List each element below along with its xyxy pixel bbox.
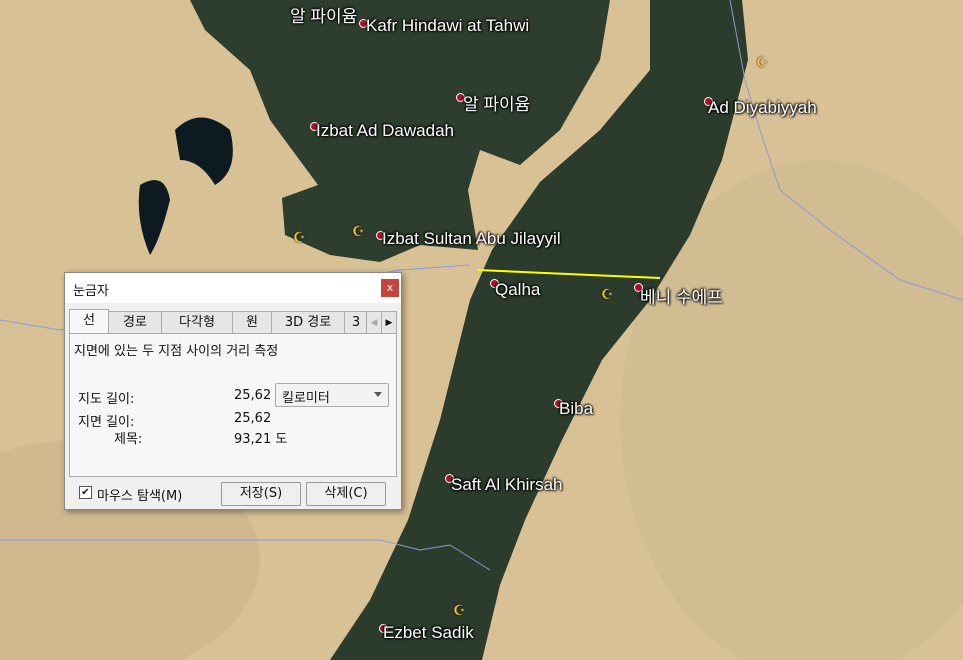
heading-value: 93,21 도 bbox=[234, 432, 288, 447]
tab-polygon[interactable]: 다각형 bbox=[161, 311, 233, 334]
tab-scroll-left-icon[interactable]: ◀ bbox=[366, 311, 382, 334]
mouse-nav-checkbox[interactable]: ✔ bbox=[79, 486, 92, 499]
map-label-qalha[interactable]: Qalha bbox=[495, 280, 540, 300]
map-label-ezbet-sadik[interactable]: Ezbet Sadik bbox=[383, 623, 474, 643]
mosque-icon[interactable]: ☪ bbox=[453, 603, 466, 619]
map-label-fayoum-top[interactable]: 알 파이윰 bbox=[290, 2, 357, 27]
description: 지면에 있는 두 지점 사이의 거리 측정 bbox=[74, 344, 279, 359]
map-length-value: 25,62 bbox=[234, 388, 272, 403]
tab-3d-polygon[interactable]: 3 bbox=[344, 311, 368, 334]
map-label-fayoum[interactable]: 알 파이윰 bbox=[463, 90, 530, 115]
dialog-titlebar[interactable]: 눈금자 x bbox=[65, 273, 401, 303]
delete-button[interactable]: 삭제(C) bbox=[306, 482, 386, 506]
mosque-icon[interactable]: ☪ bbox=[601, 287, 614, 303]
close-button[interactable]: x bbox=[381, 279, 399, 297]
map-label-biba[interactable]: Biba bbox=[559, 399, 593, 419]
unit-selected: 킬로미터 bbox=[282, 391, 330, 406]
map-label-izbat-dawadah[interactable]: Izbat Ad Dawadah bbox=[316, 121, 454, 141]
map-label-izbat-sultan[interactable]: Izbat Sultan Abu Jilayyil bbox=[382, 229, 561, 249]
ground-length-value: 25,62 bbox=[234, 411, 272, 426]
tab-bar: 선 경로 다각형 원 3D 경로 3 ◀ ▶ bbox=[69, 309, 397, 335]
heading-label: 제목: bbox=[114, 432, 143, 447]
tab-path[interactable]: 경로 bbox=[108, 311, 162, 334]
map-label-saft[interactable]: Saft Al Khirsah bbox=[451, 475, 563, 495]
chevron-down-icon bbox=[374, 392, 382, 401]
tab-scroll-right-icon[interactable]: ▶ bbox=[381, 311, 397, 334]
map-length-label: 지도 길이: bbox=[78, 392, 135, 407]
mosque-icon[interactable]: ☪ bbox=[293, 230, 306, 246]
mosque-icon[interactable]: ☪ bbox=[756, 55, 769, 71]
tab-circle[interactable]: 원 bbox=[232, 311, 272, 334]
ruler-dialog: 눈금자 x 선 경로 다각형 원 3D 경로 3 ◀ ▶ 지면에 있는 두 지점… bbox=[64, 272, 402, 510]
mosque-icon[interactable]: ☪ bbox=[352, 224, 365, 240]
tab-3d-path[interactable]: 3D 경로 bbox=[271, 311, 345, 334]
map-label-ad-diyabiyyah[interactable]: Ad Diyabiyyah bbox=[708, 98, 817, 118]
mouse-nav-label[interactable]: 마우스 탐색(M) bbox=[97, 485, 182, 504]
map-label-kafr-hindawi[interactable]: Kafr Hindawi at Tahwi bbox=[366, 16, 529, 36]
unit-select[interactable]: 킬로미터 bbox=[275, 383, 389, 407]
save-button[interactable]: 저장(S) bbox=[221, 482, 301, 506]
dialog-title: 눈금자 bbox=[73, 284, 109, 299]
map-label-beni-suef[interactable]: 베니 수에프 bbox=[640, 283, 723, 308]
tab-line[interactable]: 선 bbox=[69, 309, 109, 335]
